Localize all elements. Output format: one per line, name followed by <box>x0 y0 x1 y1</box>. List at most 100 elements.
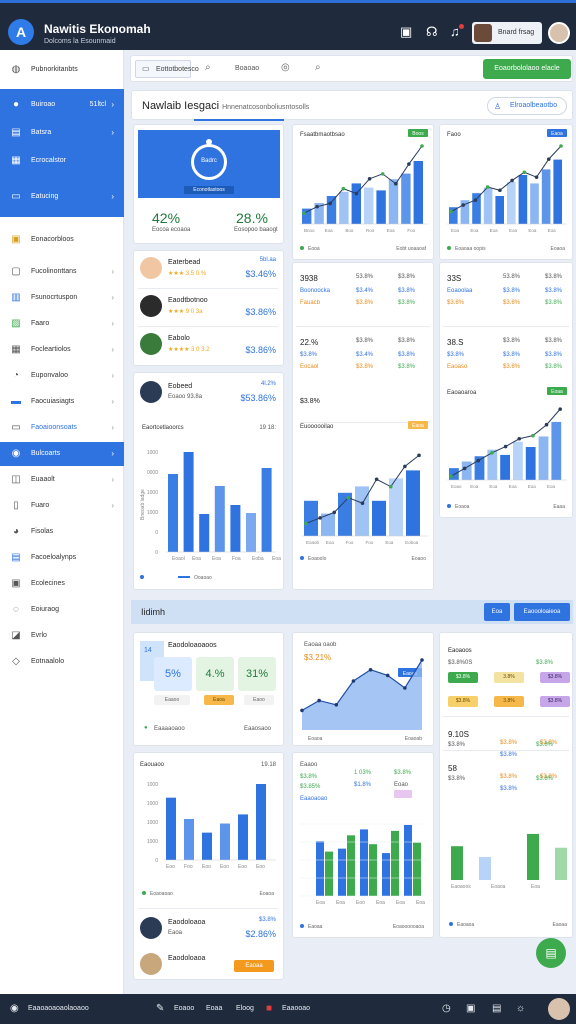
sidebar-item[interactable]: ▨ Faaro › <box>0 312 124 336</box>
bar-green <box>347 835 355 896</box>
clip-icon: ◪ <box>11 630 21 641</box>
sidebar-item[interactable]: ◇ Eotnaalolo <box>0 650 124 674</box>
bar <box>261 468 272 552</box>
chip[interactable]: $3.8% <box>448 672 478 683</box>
line-point <box>498 188 502 193</box>
list-item[interactable]: Eaodtbotnoo ★★★ 9 0 3a $3.86% <box>138 292 280 322</box>
gear-icon[interactable]: ◉ <box>10 1003 19 1014</box>
sun-icon[interactable]: ☼ <box>516 1003 525 1014</box>
stat-value: $3.8% <box>503 288 521 294</box>
bottom-link-3[interactable]: Eloog <box>236 1005 254 1012</box>
bottom-link-4[interactable]: Eaaooao <box>282 1005 310 1012</box>
sidebar-item[interactable]: ◉ Bulcoarts › <box>0 442 124 466</box>
chip[interactable]: $3.8% <box>540 672 570 683</box>
section-button-2[interactable]: Eaoooloaieoa <box>514 603 570 621</box>
list-item[interactable]: Eaodoloaoa Eaoa $3.8% $2.86% <box>138 914 280 944</box>
stat-value: $3.8% <box>503 364 521 370</box>
sidebar-item-1[interactable]: ● Buiroao 51ltcl › <box>0 93 124 117</box>
sidebar-item[interactable]: ▬ Faocuiasiagts › <box>0 390 124 414</box>
sidebar-item[interactable]: ▢ Fucolinonttans › <box>0 260 124 284</box>
fab-button[interactable]: ▤ <box>536 938 566 968</box>
chart-subtitle: 19.18 <box>261 762 277 768</box>
app-logo[interactable]: A <box>8 19 34 45</box>
sidebar-item-label: Ecolecines <box>31 580 65 587</box>
sidebar-item[interactable]: ◕ Fisolas <box>0 520 124 544</box>
pen-icon[interactable]: ✎ <box>156 1003 164 1014</box>
avatar <box>140 917 162 939</box>
sidebar-item[interactable]: ▤ Facoeloalynps <box>0 546 124 570</box>
gauge-ring: Badrc <box>191 144 227 180</box>
sidebar-item-2[interactable]: ▤ Batsra › <box>0 121 124 145</box>
person-action-chip[interactable]: Eaoaa <box>234 960 274 972</box>
stat-value: 1 03% <box>354 770 372 776</box>
chat-icon[interactable]: ☊ <box>426 24 438 40</box>
chart-title: Eaoaoaroa <box>447 390 477 396</box>
bottom-link-2[interactable]: Eoaa <box>206 1005 222 1012</box>
bottom-link-1[interactable]: Eoaoo <box>174 1005 194 1012</box>
area-chart: Eaoaa oaob$3.21%EaoaaEoaoa Eoaoab <box>300 642 424 742</box>
sidebar-item[interactable]: ▦ Focleartiolos › <box>0 338 124 362</box>
chart-title: Faoo <box>447 132 461 138</box>
line-point <box>300 708 304 713</box>
sidebar-item-label: Euponvaloo <box>31 372 68 379</box>
toolbar: ▭ Eottotbotesco ⌕ Boaoao ◎ ⌕ Eoaorbolola… <box>130 55 573 82</box>
camera-icon[interactable]: ▣ <box>400 24 412 40</box>
list-item[interactable]: Eobeed Eoaoo 93.8a 4l.2% $53.86% <box>138 378 280 408</box>
sidebar-active-block: ● Buiroao 51ltcl › ▤ Batsra › ▦ Ecrocals… <box>0 89 124 217</box>
user-chip[interactable]: Bnard frsag <box>472 22 542 44</box>
list-item[interactable]: Eaodoloaoa Eaoaa <box>138 950 280 980</box>
legend-label: Eoaoa <box>455 504 470 510</box>
line-point <box>490 451 494 455</box>
zoom-icon[interactable]: ⌕ <box>315 62 321 73</box>
sidebar-item[interactable]: ◌ Eoiuraog <box>0 598 124 622</box>
bar <box>495 196 504 224</box>
hero-banner[interactable]: Badrc Econotlastoos <box>138 130 280 198</box>
sidebar-item-3[interactable]: ▦ Ecrocalstor <box>0 149 124 173</box>
chart-title: Euoooooilao <box>300 424 334 430</box>
toolbar-tab[interactable]: ▭ Eottotbotesco <box>135 60 199 78</box>
chart-icon: ▥ <box>11 292 21 303</box>
stat-value: $3.8% <box>545 352 563 358</box>
stat-value: $3.8% <box>503 338 521 344</box>
sidebar-item[interactable]: ◔ Euponvaloo › <box>0 364 124 388</box>
panel-button[interactable]: ♙ Elroaolbeaotbo <box>487 97 567 115</box>
sidebar-item[interactable]: ▥ Fsunocrtuspon › <box>0 286 124 310</box>
image-icon[interactable]: ▤ <box>492 1003 501 1014</box>
sidebar-item[interactable]: ◪ Evrlo <box>0 624 124 648</box>
sidebar-section[interactable]: ▣ Eonacorbloos <box>0 228 124 252</box>
sidebar-item[interactable]: ▯ Fuaro › <box>0 494 124 518</box>
section-button-1[interactable]: Eoa <box>484 603 510 621</box>
chip[interactable]: $3.8% <box>448 696 478 707</box>
sidebar-item[interactable]: ▣ Ecolecines <box>0 572 124 596</box>
stat-extra: $3.8% <box>300 398 320 405</box>
refresh-icon[interactable]: ◎ <box>281 62 290 73</box>
copy-icon[interactable]: ▣ <box>466 1003 475 1014</box>
sidebar-item[interactable]: ◫ Euaaolt › <box>0 468 124 492</box>
list-item[interactable]: Eaterbead ★★★ 3.5 0.% 5bl.aa $3.46% <box>138 254 280 284</box>
legend-label: Eoaoolo <box>308 556 327 562</box>
bar-chart-bottom-right: Eaoaoos Eoaoa Eoa Eaoaoa Eaoaa <box>449 833 567 928</box>
stat-value: $3.8% <box>398 274 416 280</box>
sidebar-item-4[interactable]: ▭ Eatucing › <box>0 185 124 209</box>
top-bar: A Nawitis Ekonomah Dolcoms la Esounmaid … <box>0 0 576 50</box>
sidebar-item[interactable]: ▭ Faoaioonsoats › <box>0 416 124 440</box>
sidebar-item-label: Faocuiasiagts <box>31 398 75 405</box>
bar-blue <box>316 841 324 896</box>
bar-blue <box>382 853 390 896</box>
line-point <box>544 422 549 427</box>
link2-icon: ◇ <box>12 656 20 667</box>
chip[interactable]: 3.8% <box>494 696 524 707</box>
chart-value: $3.21% <box>304 653 331 662</box>
stat-row: 33S 53.8% $3.8% Eoaoolaa $3.8% $3.8% $3.8% $3.8… <box>441 266 576 316</box>
list-item[interactable]: Eabolo ★★★★ 3 0 3.2 $3.86% <box>138 330 280 360</box>
profile-avatar[interactable] <box>548 22 570 44</box>
sidebar-top-item[interactable]: ◍ Pubnorkitanbts <box>0 58 124 82</box>
clock-icon[interactable]: ◷ <box>442 1003 451 1014</box>
chip[interactable]: 3.8% <box>494 672 524 683</box>
image-icon: ▨ <box>11 318 21 329</box>
flag-icon[interactable]: ■ <box>266 1003 272 1014</box>
chip[interactable]: $3.8% <box>540 696 570 707</box>
footer-avatar[interactable] <box>548 998 570 1020</box>
search-icon[interactable]: ⌕ <box>205 62 211 73</box>
primary-action-button[interactable]: Eoaorbololaoo elacle <box>483 59 571 79</box>
